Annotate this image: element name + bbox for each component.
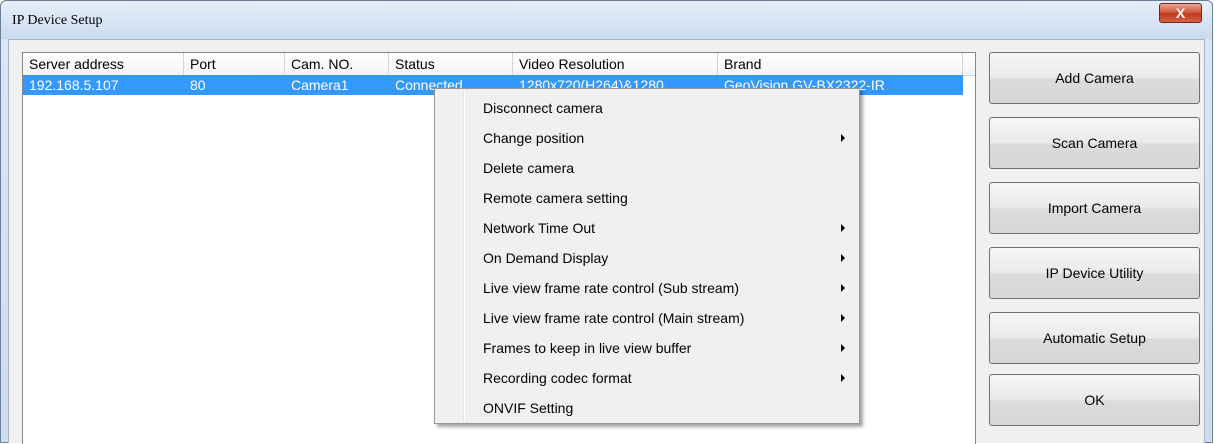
submenu-arrow-icon bbox=[841, 374, 845, 382]
menu-item-label: On Demand Display bbox=[483, 250, 609, 266]
menu-item-label: Recording codec format bbox=[483, 370, 632, 386]
menu-item-live-view-frame-rate-sub[interactable]: Live view frame rate control (Sub stream… bbox=[435, 276, 859, 300]
context-menu: Disconnect camera Change position Delete… bbox=[434, 88, 860, 424]
column-header-cam-no[interactable]: Cam. NO. bbox=[285, 53, 389, 75]
cell-port: 80 bbox=[190, 77, 206, 93]
list-header: Server address Port Cam. NO. Status Vide… bbox=[23, 53, 975, 76]
menu-item-recording-codec-format[interactable]: Recording codec format bbox=[435, 366, 859, 390]
menu-item-label: Remote camera setting bbox=[483, 190, 628, 206]
column-header-server-address[interactable]: Server address bbox=[23, 53, 184, 75]
menu-item-label: Live view frame rate control (Sub stream… bbox=[483, 280, 739, 296]
submenu-arrow-icon bbox=[841, 254, 845, 262]
menu-item-label: Change position bbox=[483, 130, 585, 146]
menu-item-on-demand-display[interactable]: On Demand Display bbox=[435, 246, 859, 270]
column-header-brand[interactable]: Brand bbox=[718, 53, 963, 75]
scan-camera-button[interactable]: Scan Camera bbox=[989, 117, 1200, 169]
menu-item-network-time-out[interactable]: Network Time Out bbox=[435, 216, 859, 240]
menu-item-delete-camera[interactable]: Delete camera bbox=[435, 156, 859, 180]
submenu-arrow-icon bbox=[841, 224, 845, 232]
import-camera-button[interactable]: Import Camera bbox=[989, 182, 1200, 234]
menu-item-label: Frames to keep in live view buffer bbox=[483, 340, 692, 356]
menu-item-label: Disconnect camera bbox=[483, 100, 603, 116]
menu-item-frames-to-keep[interactable]: Frames to keep in live view buffer bbox=[435, 336, 859, 360]
column-header-port[interactable]: Port bbox=[184, 53, 285, 75]
close-icon: X bbox=[1175, 5, 1186, 21]
menu-item-label: Network Time Out bbox=[483, 220, 596, 236]
menu-item-disconnect-camera[interactable]: Disconnect camera bbox=[435, 96, 859, 120]
title-bar[interactable]: IP Device Setup X bbox=[1, 1, 1212, 39]
menu-item-label: ONVIF Setting bbox=[483, 400, 574, 416]
cell-cam-no: Camera1 bbox=[291, 77, 349, 93]
column-header-status[interactable]: Status bbox=[389, 53, 513, 75]
ip-device-setup-window: IP Device Setup X Server address Port Ca… bbox=[0, 0, 1213, 444]
menu-item-remote-camera-setting[interactable]: Remote camera setting bbox=[435, 186, 859, 210]
window-title: IP Device Setup bbox=[12, 13, 103, 28]
automatic-setup-button[interactable]: Automatic Setup bbox=[989, 312, 1200, 364]
menu-item-live-view-frame-rate-main[interactable]: Live view frame rate control (Main strea… bbox=[435, 306, 859, 330]
submenu-arrow-icon bbox=[841, 134, 845, 142]
cell-server-address: 192.168.5.107 bbox=[29, 77, 119, 93]
submenu-arrow-icon bbox=[841, 314, 845, 322]
menu-item-onvif-setting[interactable]: ONVIF Setting bbox=[435, 396, 859, 420]
submenu-arrow-icon bbox=[841, 284, 845, 292]
menu-item-label: Delete camera bbox=[483, 160, 575, 176]
column-header-video-resolution[interactable]: Video Resolution bbox=[513, 53, 718, 75]
menu-item-label: Live view frame rate control (Main strea… bbox=[483, 310, 745, 326]
ok-button[interactable]: OK bbox=[989, 374, 1200, 426]
menu-item-change-position[interactable]: Change position bbox=[435, 126, 859, 150]
add-camera-button[interactable]: Add Camera bbox=[989, 52, 1200, 104]
submenu-arrow-icon bbox=[841, 344, 845, 352]
ip-device-utility-button[interactable]: IP Device Utility bbox=[989, 247, 1200, 299]
close-button[interactable]: X bbox=[1159, 3, 1202, 23]
